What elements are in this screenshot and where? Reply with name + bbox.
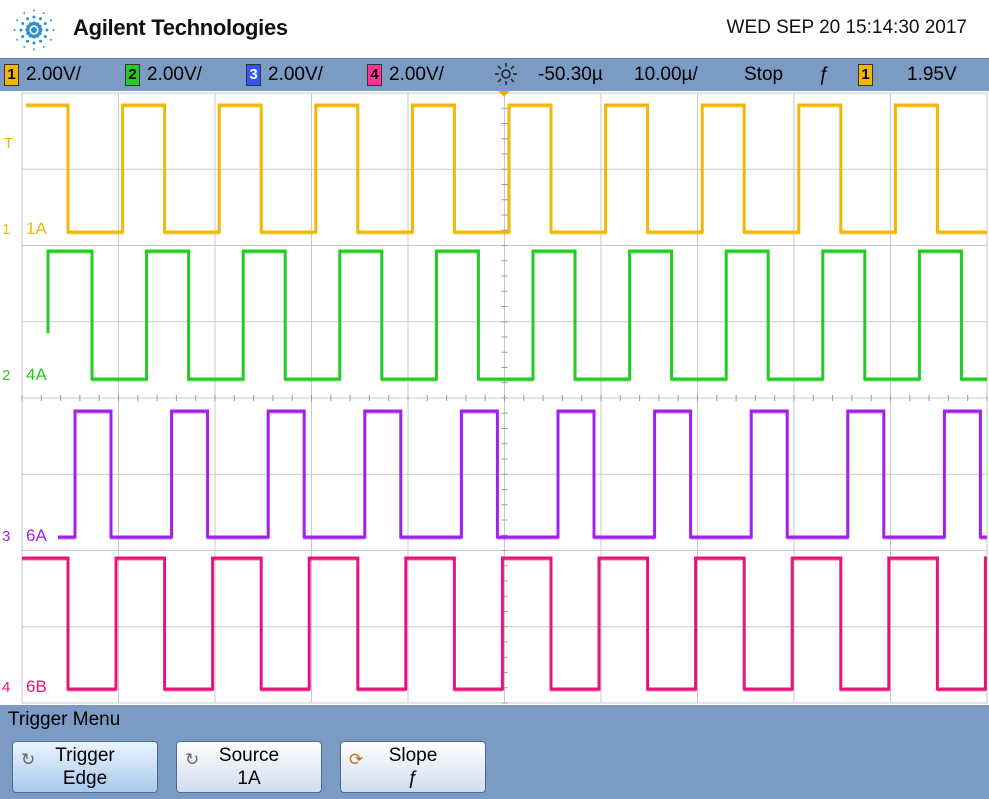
sun-icon	[494, 62, 518, 92]
channel-4-label: 6B	[26, 677, 47, 696]
trigger-slope-softkey[interactable]: ⟳ Slope ƒ	[340, 741, 486, 793]
channel-2-scale[interactable]: 2 2.00V/	[125, 64, 202, 86]
channel-3-badge: 3	[246, 64, 261, 86]
channel-4-scale[interactable]: 4 2.00V/	[367, 64, 444, 86]
channel-2-trace-noise	[47, 252, 987, 382]
brand-name: Agilent Technologies	[73, 15, 288, 40]
channel-4-badge: 4	[367, 64, 382, 86]
softkey-menu: Trigger Menu ↻ Trigger Edge ↻ Source 1A …	[0, 705, 989, 799]
channel-3-label: 6A	[26, 526, 47, 545]
trigger-slope-icon: ƒ	[818, 64, 829, 85]
menu-title: Trigger Menu	[8, 709, 121, 730]
run-state: Stop	[744, 64, 784, 85]
channel-2-label: 4A	[26, 365, 47, 384]
trigger-source-softkey[interactable]: ↻ Source 1A	[176, 741, 322, 793]
trigger-source-badge: 1	[858, 64, 880, 86]
channel-3-trace-noise	[58, 412, 987, 540]
timebase-scale[interactable]: 10.00µ/	[634, 64, 698, 86]
trigger-level-marker[interactable]: T	[4, 135, 13, 152]
agilent-logo-icon	[13, 9, 55, 51]
trigger-mode-softkey[interactable]: ↻ Trigger Edge	[12, 741, 158, 793]
channel-2-ground-marker[interactable]: 2	[2, 367, 10, 384]
channel-1-badge: 1	[4, 64, 19, 86]
channel-3-ground-marker[interactable]: 3	[2, 528, 10, 545]
channel-4-ground-marker[interactable]: 4	[2, 679, 10, 696]
channel-1-trace	[26, 103, 987, 234]
header-bar: Agilent Technologies WED SEP 20 15:14:30…	[0, 0, 989, 58]
channel-1-ground-marker[interactable]: 1	[2, 221, 10, 238]
channel-3-scale[interactable]: 3 2.00V/	[246, 64, 323, 86]
waveform-display[interactable]: T 1 1A 2 4A 3 6A 4 6B	[0, 91, 989, 705]
date-time: WED SEP 20 15:14:30 2017	[726, 17, 967, 38]
waveform-graticule	[21, 91, 988, 704]
channel-1-scale[interactable]: 1 2.00V/	[4, 64, 81, 86]
trigger-position-marker	[498, 91, 510, 97]
horizontal-delay[interactable]: -50.30µ	[538, 64, 603, 86]
channel-2-badge: 2	[125, 64, 140, 86]
channel-1-label: 1A	[26, 219, 47, 238]
trigger-level[interactable]: 1.95V	[907, 64, 957, 86]
status-bar: 1 2.00V/ 2 2.00V/ 3 2.00V/ 4 2.00V/ -50.30µ …	[0, 58, 989, 92]
